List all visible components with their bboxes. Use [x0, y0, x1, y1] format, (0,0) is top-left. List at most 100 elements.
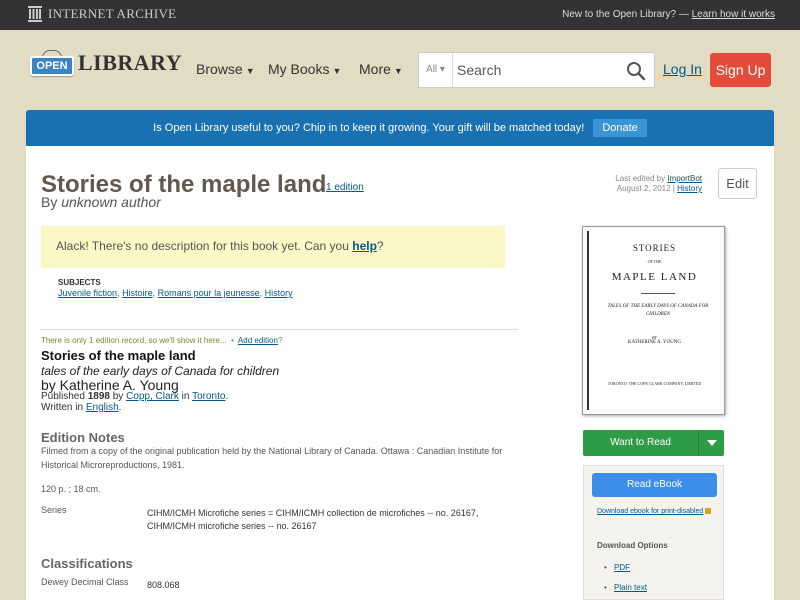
download-pdf-link[interactable]: PDF: [614, 563, 630, 572]
cover-subtitle: TALES OF THE EARLY DAYS OF CANADA FOR CH…: [607, 304, 709, 317]
publish-place-link[interactable]: Toronto: [192, 391, 225, 402]
no-description-end: ?: [376, 239, 384, 253]
new-user-prompt: New to the Open Library? — Learn how it …: [562, 9, 775, 20]
series-values: CIHM/ICMH Microfiche series = CIHM/ICMH …: [147, 507, 478, 533]
publisher-link[interactable]: Copp, Clark: [126, 391, 179, 402]
no-description-text: Alack! There's no description for this b…: [56, 239, 349, 253]
nav-more[interactable]: More ▼: [359, 61, 403, 77]
internet-archive-label: INTERNET ARCHIVE: [48, 6, 177, 21]
add-edition-suffix: ?: [277, 336, 283, 345]
lock-icon: [705, 508, 712, 514]
ebook-panel: Read eBook Download ebook for print-disa…: [583, 465, 724, 600]
subject-link[interactable]: Juvenile fiction: [58, 288, 117, 298]
open-sign-icon: OPEN: [30, 50, 74, 76]
internet-archive-logo[interactable]: INTERNET ARCHIVE: [28, 6, 176, 22]
subject-link[interactable]: History: [265, 288, 293, 298]
by-label: By: [41, 194, 58, 210]
logo-open-text: OPEN: [30, 56, 74, 76]
logo-library-text: LIBRARY: [78, 50, 183, 75]
nav-browse[interactable]: Browse ▼: [196, 61, 255, 77]
cover-title-line3: MAPLE LAND: [611, 271, 698, 283]
donation-banner-text: Is Open Library useful to you? Chip in t…: [153, 122, 585, 134]
edition-title: Stories of the maple land: [41, 348, 196, 363]
site-header: OPEN LIBRARY Browse ▼ My Books ▼ More ▼ All…: [0, 30, 800, 110]
single-edition-notice: There is only 1 edition record, so we'll…: [41, 336, 282, 345]
nav-browse-label: Browse: [196, 61, 243, 77]
published-label: Published: [41, 391, 85, 402]
caret-down-icon: ▼: [332, 66, 342, 76]
subject-link[interactable]: Histoire: [122, 288, 153, 298]
caret-down-icon: ▼: [245, 66, 255, 76]
no-description-notice: Alack! There's no description for this b…: [41, 226, 505, 268]
read-ebook-button[interactable]: Read eBook: [592, 473, 717, 497]
physical-description: 120 p. ; 18 cm.: [41, 484, 101, 494]
classifications-heading: Classifications: [41, 556, 133, 571]
series-value-2: CIHM/ICMH microfiche series -- no. 26167: [147, 521, 317, 531]
open-library-logo[interactable]: OPEN LIBRARY: [30, 50, 182, 76]
work-byline: By unknown author: [41, 194, 161, 210]
top-bar: INTERNET ARCHIVE New to the Open Library…: [0, 0, 800, 30]
subjects-heading: SUBJECTS: [58, 278, 101, 287]
want-to-read-label: Want to Read: [610, 437, 671, 448]
help-link[interactable]: help: [352, 239, 377, 253]
want-to-read-button[interactable]: Want to Read: [583, 430, 724, 456]
subject-link[interactable]: Romans pour la jeunesse: [158, 288, 260, 298]
cover-publisher: TORONTO: THE COPP, CLARK COMPANY, LIMITE…: [607, 381, 702, 386]
history-link[interactable]: History: [677, 184, 702, 193]
published-period: .: [225, 391, 229, 402]
written-in-label: Written in: [41, 402, 84, 413]
language-link[interactable]: English: [86, 402, 119, 413]
nav-my-books[interactable]: My Books ▼: [268, 61, 341, 77]
series-value-1: CIHM/ICMH Microfiche series = CIHM/ICMH …: [147, 508, 479, 518]
download-plain-text-link[interactable]: Plain text: [614, 583, 647, 592]
cover-author: KATHERINE A. YOUNG: [627, 340, 681, 345]
login-link[interactable]: Log In: [663, 61, 702, 77]
dewey-label: Dewey Decimal Class: [41, 577, 129, 587]
section-divider: [41, 329, 518, 330]
search-scope-label: All: [426, 64, 438, 75]
work-author: unknown author: [61, 194, 161, 210]
edit-button[interactable]: Edit: [718, 168, 757, 199]
search-icon[interactable]: [626, 61, 646, 81]
edition-subtitle: tales of the early days of Canada for ch…: [41, 364, 280, 378]
learn-how-link[interactable]: Learn how it works: [692, 9, 775, 20]
download-option-item: PDF: [604, 563, 630, 572]
series-label: Series: [41, 505, 67, 515]
nav-more-label: More: [359, 61, 391, 77]
cover-rule: [641, 293, 675, 294]
print-disabled-download: Download ebook for print-disabled: [597, 508, 712, 515]
last-edited-info: Last edited by ImportBot August 2, 2012 …: [556, 174, 702, 194]
cover-title-line2: OF THE: [647, 259, 662, 264]
add-edition-link[interactable]: Add edition: [238, 336, 278, 345]
signup-button[interactable]: Sign Up: [710, 53, 771, 87]
single-edition-text: There is only 1 edition record, so we'll…: [41, 336, 227, 345]
last-edited-label: Last edited by: [615, 174, 666, 183]
published-year: 1898: [87, 391, 110, 402]
subjects-list: Juvenile fiction, Histoire, Romans pour …: [58, 288, 293, 298]
edition-published: Published 1898 by Copp, Clark in Toronto…: [41, 391, 228, 402]
dewey-value: 808.068: [147, 580, 180, 590]
edition-notes-heading: Edition Notes: [41, 430, 125, 445]
last-edited-date: August 2, 2012 |: [616, 184, 675, 193]
published-by-word: by: [112, 391, 124, 402]
dropdown-caret-icon[interactable]: [698, 430, 724, 456]
search-input[interactable]: [455, 53, 615, 87]
print-disabled-link[interactable]: Download ebook for print-disabled: [597, 508, 703, 515]
last-editor-link[interactable]: ImportBot: [667, 174, 702, 183]
edition-language: Written in English.: [41, 402, 121, 413]
published-in-word: in: [181, 391, 190, 402]
bullet-separator: •: [231, 336, 234, 345]
main-content: Stories of the maple land 1 edition By u…: [26, 146, 774, 600]
cover-title-line1: STORIES: [632, 243, 677, 253]
donate-button[interactable]: Donate: [593, 119, 647, 138]
search-bar: All ▾: [418, 52, 655, 88]
search-scope-select[interactable]: All ▾: [419, 53, 453, 87]
download-option-item: Plain text: [604, 583, 647, 592]
nav-my-books-label: My Books: [268, 61, 330, 77]
book-cover[interactable]: STORIES OF THE MAPLE LAND TALES OF THE E…: [582, 226, 725, 415]
archive-building-icon: [28, 6, 42, 22]
edition-notes-text: Filmed from a copy of the original publi…: [41, 446, 503, 470]
caret-down-icon: ▼: [393, 66, 403, 76]
new-user-text: New to the Open Library? —: [562, 9, 689, 20]
editions-count-link[interactable]: 1 edition: [326, 182, 364, 193]
